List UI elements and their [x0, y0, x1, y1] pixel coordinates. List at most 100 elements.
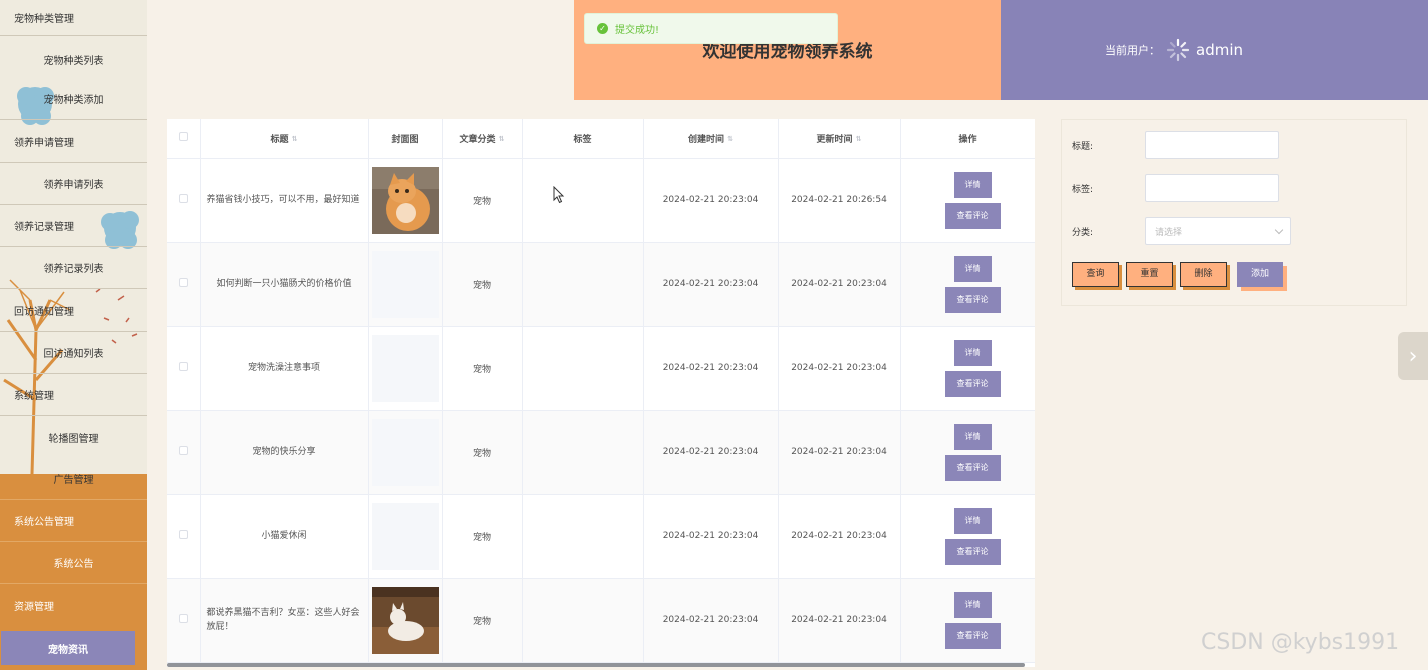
cover-image-placeholder — [371, 334, 439, 402]
sidebar-group-resources[interactable]: 资源管理 — [0, 584, 147, 626]
sidebar-item-pet-species-add[interactable]: 宠物种类添加 — [0, 78, 147, 120]
view-comments-button[interactable]: 查看评论 — [944, 622, 1001, 649]
sidebar-group-pet-species[interactable]: 宠物种类管理 — [0, 0, 147, 36]
sort-icon[interactable]: ⇅ — [856, 135, 862, 143]
sidebar-label: 宠物种类管理 — [14, 14, 74, 25]
sidebar-group-announcement[interactable]: 系统公告管理 — [0, 500, 147, 542]
tag-search-input[interactable] — [1145, 174, 1279, 202]
view-comments-button[interactable]: 查看评论 — [944, 538, 1001, 565]
column-header-label: 标签 — [573, 134, 592, 145]
category-cell: 宠物 — [442, 494, 523, 579]
row-checkbox[interactable] — [178, 446, 188, 455]
sort-icon[interactable]: ⇅ — [292, 135, 298, 143]
column-header-label: 创建时间 — [688, 134, 725, 145]
sidebar-group-system[interactable]: 系统管理 — [0, 374, 147, 416]
column-header-updated[interactable]: 更新时间 ⇅ — [778, 119, 901, 159]
table-row: 宠物的快乐分享 宠物 2024-02-21 20:23:04 2024-02-2… — [167, 410, 1035, 495]
created-cell: 2024-02-21 20:23:04 — [643, 242, 779, 327]
table-row: 小猫爱休闲 宠物 2024-02-21 20:23:04 2024-02-21 … — [167, 494, 1035, 579]
detail-button[interactable]: 详情 — [953, 171, 992, 198]
row-checkbox[interactable] — [178, 194, 188, 203]
sort-icon[interactable]: ⇅ — [499, 135, 505, 143]
row-checkbox[interactable] — [178, 362, 188, 371]
row-select-cell[interactable] — [167, 578, 201, 663]
sidebar-label: 广告管理 — [53, 475, 94, 486]
sidebar-group-adoption-record[interactable]: 领养记录管理 — [0, 205, 147, 247]
sidebar: 宠物种类管理 宠物种类列表 宠物种类添加 领养申请管理 领养申请列表 领养记录管… — [0, 0, 147, 670]
tag-cell — [522, 242, 644, 327]
sidebar-label: 领养记录管理 — [14, 222, 74, 233]
sidebar-item-ads[interactable]: 广告管理 — [0, 458, 147, 500]
row-select-cell[interactable] — [167, 494, 201, 579]
table-row: 如何判断一只小猫肠犬的价格价值 宠物 2024-02-21 20:23:04 2… — [167, 242, 1035, 327]
category-cell: 宠物 — [442, 410, 523, 495]
select-all-cell[interactable] — [167, 119, 201, 159]
sort-icon[interactable]: ⇅ — [727, 135, 733, 143]
column-header-label: 文章分类 — [459, 134, 496, 145]
column-header-category[interactable]: 文章分类 ⇅ — [442, 119, 523, 159]
created-cell: 2024-02-21 20:23:04 — [643, 326, 779, 411]
view-comments-button[interactable]: 查看评论 — [944, 454, 1001, 481]
detail-button[interactable]: 详情 — [953, 591, 992, 618]
sidebar-item-followup-list[interactable]: 回访通知列表 — [0, 332, 147, 374]
cover-cell — [368, 242, 443, 327]
column-header-label: 操作 — [958, 134, 977, 145]
cover-image-placeholder — [371, 250, 439, 318]
created-cell: 2024-02-21 20:23:04 — [643, 158, 779, 243]
sidebar-item-carousel[interactable]: 轮播图管理 — [0, 416, 147, 458]
sidebar-label: 宠物资讯 — [48, 644, 88, 656]
column-header-title[interactable]: 标题 ⇅ — [200, 119, 369, 159]
actions-cell: 详情 查看评论 — [900, 494, 1035, 579]
detail-button[interactable]: 详情 — [953, 507, 992, 534]
reset-button[interactable]: 重置 — [1126, 262, 1173, 287]
actions-cell: 详情 查看评论 — [900, 578, 1035, 663]
sidebar-item-pet-news[interactable]: 宠物资讯 — [1, 631, 135, 665]
sidebar-item-adoption-apply-list[interactable]: 领养申请列表 — [0, 163, 147, 205]
sidebar-label: 宠物种类列表 — [43, 55, 104, 67]
chevron-right-icon[interactable]: › — [1398, 332, 1428, 380]
cover-image-placeholder — [371, 502, 439, 570]
category-cell: 宠物 — [442, 578, 523, 663]
cover-image-orange-cat — [371, 166, 439, 234]
sidebar-item-announcement[interactable]: 系统公告 — [0, 542, 147, 584]
column-header-created[interactable]: 创建时间 ⇅ — [643, 119, 779, 159]
view-comments-button[interactable]: 查看评论 — [944, 286, 1001, 313]
check-circle-icon: ✓ — [597, 23, 608, 34]
username[interactable]: admin — [1196, 41, 1243, 59]
sidebar-item-adoption-record-list[interactable]: 领养记录列表 — [0, 247, 147, 289]
row-select-cell[interactable] — [167, 242, 201, 327]
table-header-row: 标题 ⇅ 封面图 文章分类 ⇅ 标签 创建时间 ⇅ 更新时间 ⇅ 操作 — [167, 119, 1035, 159]
success-toast: ✓ 提交成功! — [584, 13, 838, 44]
title-search-input[interactable] — [1145, 131, 1279, 159]
detail-button[interactable]: 详情 — [953, 339, 992, 366]
tag-cell — [522, 494, 644, 579]
row-select-cell[interactable] — [167, 410, 201, 495]
horizontal-scrollbar[interactable] — [167, 663, 1025, 667]
sidebar-group-adoption-apply[interactable]: 领养申请管理 — [0, 121, 147, 163]
query-button[interactable]: 查询 — [1072, 262, 1119, 287]
row-select-cell[interactable] — [167, 326, 201, 411]
category-select[interactable]: 请选择 — [1145, 217, 1291, 245]
row-select-cell[interactable] — [167, 158, 201, 243]
tag-cell — [522, 326, 644, 411]
row-checkbox[interactable] — [178, 278, 188, 287]
sidebar-label: 宠物种类添加 — [43, 95, 104, 106]
delete-button[interactable]: 删除 — [1180, 262, 1227, 287]
mouse-cursor-icon — [553, 186, 565, 204]
add-button[interactable]: 添加 — [1237, 262, 1283, 287]
view-comments-button[interactable]: 查看评论 — [944, 202, 1001, 229]
row-checkbox[interactable] — [178, 614, 188, 623]
select-all-checkbox[interactable] — [178, 132, 188, 142]
view-comments-button[interactable]: 查看评论 — [944, 370, 1001, 397]
cover-image-placeholder — [371, 418, 439, 486]
toast-message: 提交成功! — [615, 25, 660, 36]
tag-cell — [522, 410, 644, 495]
sidebar-label: 回访通知列表 — [43, 349, 104, 360]
detail-button[interactable]: 详情 — [953, 423, 992, 450]
sidebar-group-followup[interactable]: 回访通知管理 — [0, 290, 147, 332]
search-panel: 标题: 标签: 分类: 请选择 查询 重置 删除 添加 — [1061, 119, 1407, 306]
row-checkbox[interactable] — [178, 530, 188, 539]
detail-button[interactable]: 详情 — [953, 255, 992, 282]
cover-cell — [368, 578, 443, 663]
sidebar-item-pet-species-list[interactable]: 宠物种类列表 — [0, 38, 147, 80]
